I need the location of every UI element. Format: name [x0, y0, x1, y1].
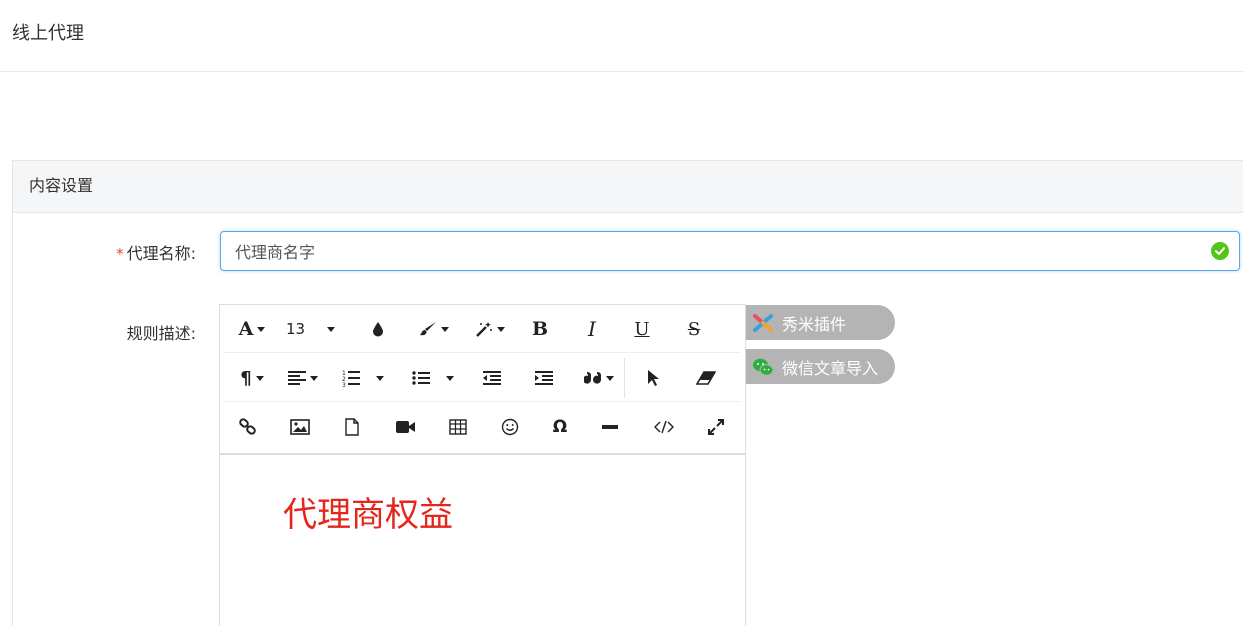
underline-icon[interactable]: U	[630, 315, 654, 343]
fill-color-button[interactable]	[366, 315, 390, 343]
paint-brush-button[interactable]	[416, 315, 452, 343]
rules-label: 规则描述:	[126, 324, 196, 343]
align-left-icon	[288, 371, 306, 385]
font-color-icon: A	[238, 318, 254, 340]
editor-toolbar: A 13 B I U S ¶ 1 2 3 Ω	[220, 305, 745, 455]
insert-table-button[interactable]	[446, 413, 470, 441]
unordered-list-button[interactable]	[412, 364, 460, 392]
wechat-icon	[752, 356, 774, 378]
drop-icon	[373, 322, 383, 337]
valid-check-icon	[1211, 242, 1229, 260]
editor-content[interactable]: 代理商权益	[283, 487, 453, 536]
emoji-icon	[501, 418, 519, 436]
font-color-button[interactable]: A	[234, 315, 270, 343]
wechat-import-label: 微信文章导入	[782, 358, 879, 378]
image-icon	[290, 419, 310, 435]
horizontal-line-button[interactable]	[598, 413, 622, 441]
toolbar-row-3: Ω	[224, 403, 741, 451]
magic-wand-button[interactable]	[472, 315, 508, 343]
svg-text:3: 3	[342, 382, 346, 387]
insert-file-button[interactable]	[340, 413, 364, 441]
outdent-icon	[483, 371, 501, 385]
ordered-list-button[interactable]: 123	[342, 364, 390, 392]
xiumi-logo-icon	[752, 312, 774, 334]
fullscreen-button[interactable]	[704, 413, 728, 441]
insert-video-button[interactable]	[394, 413, 418, 441]
top-bar: 线上代理	[0, 0, 1243, 72]
wechat-import-button[interactable]: 微信文章导入	[746, 349, 895, 384]
italic-icon[interactable]: I	[580, 315, 604, 343]
insert-link-button[interactable]	[236, 413, 260, 441]
horizontal-line-icon	[602, 425, 618, 429]
select-all-button[interactable]	[642, 364, 666, 392]
ordered-list-icon: 123	[342, 370, 360, 387]
paragraph-format-button[interactable]: ¶	[234, 364, 270, 392]
link-icon	[239, 418, 256, 435]
strikethrough-icon[interactable]: S	[682, 315, 706, 343]
cursor-icon	[648, 370, 659, 386]
xiumi-plugin-label: 秀米插件	[782, 314, 847, 334]
xiumi-plugin-button[interactable]: 秀米插件	[746, 305, 895, 340]
toolbar-separator	[624, 358, 625, 398]
code-view-icon	[654, 420, 674, 434]
special-char-icon[interactable]: Ω	[548, 413, 572, 441]
eraser-icon	[696, 371, 716, 385]
magic-wand-icon	[476, 322, 492, 337]
panel-title: 内容设置	[13, 161, 1243, 213]
paint-brush-icon	[420, 322, 436, 336]
bold-icon[interactable]: B	[528, 315, 552, 343]
insert-emoji-button[interactable]	[498, 413, 522, 441]
agent-name-input[interactable]	[220, 231, 1240, 271]
toolbar-row-2: ¶ 123	[224, 354, 741, 402]
unordered-list-icon	[412, 371, 430, 385]
table-icon	[449, 419, 467, 435]
video-camera-icon	[396, 421, 415, 433]
fullscreen-icon	[708, 419, 724, 435]
clear-format-button[interactable]	[694, 364, 718, 392]
rich-text-editor: A 13 B I U S ¶ 1 2 3 Ω 代理商权益	[219, 304, 746, 626]
paragraph-format-icon: ¶	[240, 367, 252, 389]
file-icon	[345, 418, 359, 436]
toolbar-row-1: A 13 B I U S	[224, 305, 741, 353]
required-mark: *	[116, 245, 124, 263]
font-size-select[interactable]: 13	[286, 315, 346, 343]
indent-button[interactable]	[532, 364, 556, 392]
outdent-button[interactable]	[480, 364, 504, 392]
quote-button[interactable]	[580, 364, 618, 392]
insert-image-button[interactable]	[288, 413, 312, 441]
quote-icon	[584, 372, 601, 384]
code-view-button[interactable]	[652, 413, 676, 441]
align-button[interactable]	[284, 364, 322, 392]
agent-name-label: * 代理名称:	[116, 244, 196, 263]
indent-icon	[535, 371, 553, 385]
page-title: 线上代理	[12, 23, 84, 44]
